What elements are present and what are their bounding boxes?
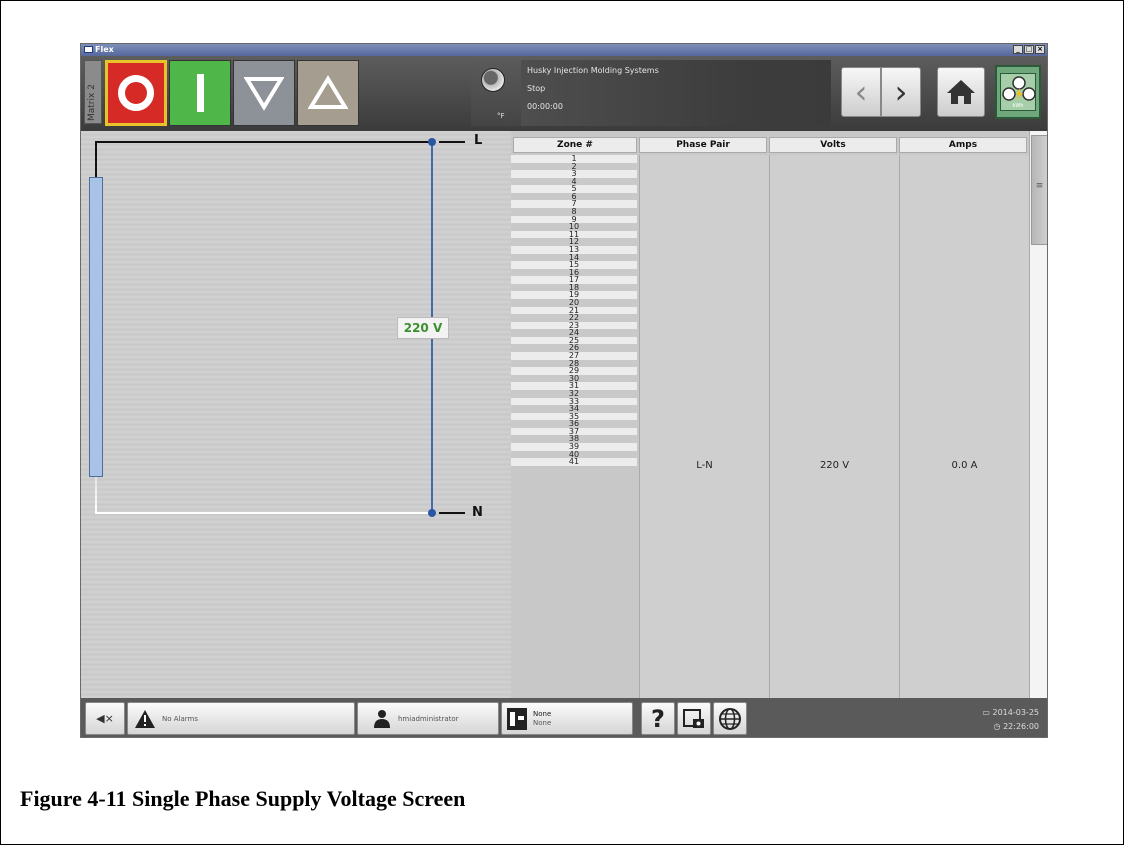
company-name: Husky Injection Molding Systems [527,66,659,75]
start-icon [196,74,204,112]
screenshot-button[interactable] [677,702,711,735]
minimize-button[interactable]: _ [1013,45,1023,54]
title-bar: Flex _ □ × [81,44,1047,56]
heater-element [89,177,103,477]
home-icon [947,80,975,104]
amps-cell: 0.0 A [899,155,1029,698]
maximize-button[interactable]: □ [1024,45,1034,54]
phase-pair-cell: L-N [639,155,769,698]
neutral-terminal-lead [439,512,465,514]
gauges-icon [1002,76,1036,101]
voltage-readout: 220 V [397,317,449,339]
toolbar: Matrix 2 °F Husky Injection Molding Syst… [81,56,1047,131]
volts-value: 220 V [819,460,850,471]
mold-button[interactable]: None None [501,702,633,735]
alarms-button[interactable]: No Alarms [127,702,355,735]
zone-row: 41 [511,458,637,466]
zone-column: 1 2 3 4 5 6 7 8 9 10 11 12 13 14 15 16 17 18 19 20 21 22 23 24 2… [511,155,637,466]
mute-button[interactable]: ◀× [85,702,125,735]
clock: ▭ 2014-03-25 ◷ 22:26:00 [982,706,1039,734]
system-status: Husky Injection Molding Systems Stop 00:… [521,60,831,126]
app-window: Flex _ □ × Matrix 2 °F Husky Injection M… [80,43,1048,738]
neutral-node [428,509,436,517]
amps-value: 0.0 A [951,460,978,471]
help-button[interactable]: ? [641,702,675,735]
chevron-left-icon: ‹ [854,73,868,111]
triangle-up-icon [308,75,348,109]
neutral-conductor [95,512,433,514]
home-button[interactable] [937,67,985,117]
stop-icon [118,75,154,111]
chevron-right-icon: › [894,73,908,111]
standby-down-button[interactable] [233,60,295,126]
boost-up-button[interactable] [297,60,359,126]
calendar-icon: ▭ [982,708,990,717]
run-timer: 00:00:00 [527,102,563,111]
mold-icon [507,707,527,730]
side-tab[interactable]: Matrix 2 [84,60,102,124]
neutral-label: N [472,505,483,520]
temperature-unit: °F [497,112,505,120]
globe-icon [719,707,741,730]
line-terminal-lead [439,141,465,143]
mold-setup: None [533,718,552,727]
vertical-scrollbar[interactable]: ≡ [1029,131,1047,698]
close-button[interactable]: × [1035,45,1045,54]
column-header-zone[interactable]: Zone # [513,137,637,153]
alarm-status: No Alarms [162,714,198,723]
volts-cell: 220 V [769,155,899,698]
warning-icon [135,709,155,728]
scroll-thumb[interactable]: ≡ [1031,135,1047,245]
clock-icon: ◷ [993,722,1001,731]
phase-pair-value: L-N [696,460,713,471]
figure-caption: Figure 4-11 Single Phase Supply Voltage … [20,786,466,811]
user-icon [374,709,390,728]
power-label: kWh [1012,103,1024,109]
next-button[interactable]: › [881,67,921,117]
user-button[interactable]: hmiadministrator [357,702,499,735]
power-monitor-button[interactable]: kWh [995,65,1041,119]
screen-capture-icon [683,708,704,728]
app-icon [84,46,93,53]
time-value: 22:26:00 [1003,722,1039,731]
language-button[interactable] [713,702,747,735]
window-controls: _ □ × [1013,45,1045,54]
mold-name: None [533,709,552,718]
column-header-phase-pair[interactable]: Phase Pair [639,137,767,153]
stop-button[interactable] [105,60,167,126]
help-icon: ? [651,704,665,733]
speaker-mute-icon: ◀× [96,712,114,725]
status-bar: ◀× No Alarms hmiadministrator None None … [81,698,1047,737]
column-header-volts[interactable]: Volts [769,137,897,153]
triangle-down-icon [244,77,284,111]
window-title: Flex [95,45,114,54]
supply-table: Zone # Phase Pair Volts Amps 1 2 3 4 5 6 7 8 9 10… [511,131,1029,698]
start-button[interactable] [169,60,231,126]
date-value: 2014-03-25 [992,708,1040,717]
wiring-diagram: L N 220 V [81,131,511,698]
line-node [428,138,436,146]
side-tab-label: Matrix 2 [87,84,97,121]
power-gauge-icon: kWh [1000,73,1036,111]
main-area: L N 220 V Zone # Phase Pair Volts Amps 1… [81,131,1047,698]
knob-icon [481,68,505,92]
line-conductor [95,141,433,143]
line-label: L [474,133,483,148]
temperature-knob[interactable]: °F [471,60,521,126]
column-header-amps[interactable]: Amps [899,137,1027,153]
user-name: hmiadministrator [398,714,459,723]
previous-button[interactable]: ‹ [841,67,881,117]
machine-state: Stop [527,84,546,93]
